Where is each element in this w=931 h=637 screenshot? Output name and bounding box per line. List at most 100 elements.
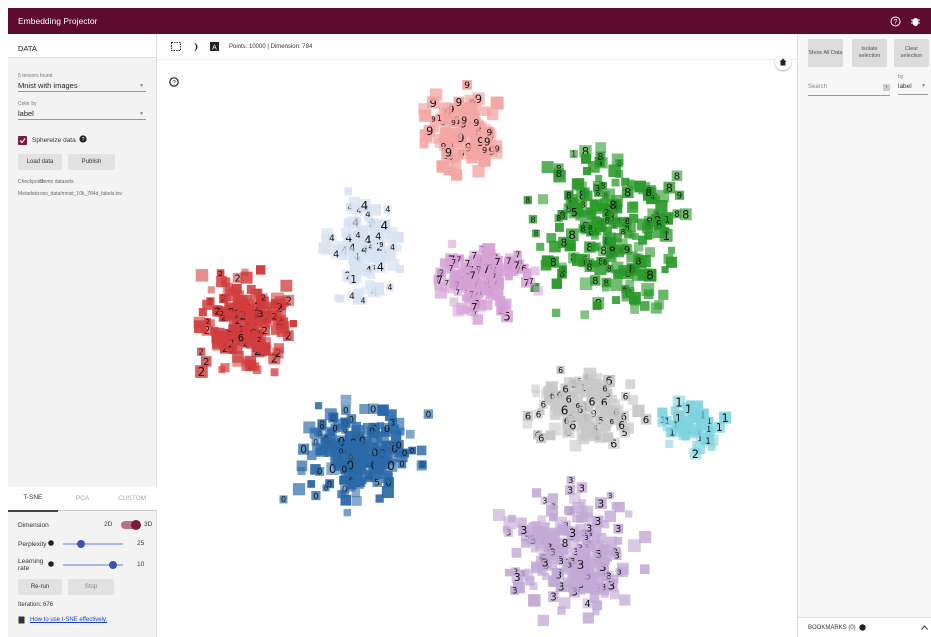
- digit-thumbnail[interactable]: [531, 488, 542, 498]
- digit-thumbnail[interactable]: 0: [368, 403, 379, 416]
- digit-thumbnail[interactable]: [529, 582, 538, 590]
- digit-thumbnail[interactable]: [552, 308, 561, 317]
- night-mode-icon[interactable]: [191, 42, 200, 52]
- digit-thumbnail[interactable]: [611, 153, 624, 166]
- digit-thumbnail[interactable]: [545, 549, 556, 561]
- digit-thumbnail[interactable]: [280, 279, 293, 292]
- digit-thumbnail[interactable]: [449, 297, 459, 307]
- digit-thumbnail[interactable]: 3: [593, 183, 602, 193]
- digit-thumbnail[interactable]: [580, 310, 589, 320]
- digit-thumbnail[interactable]: 2: [195, 365, 208, 379]
- digit-thumbnail[interactable]: [348, 257, 356, 265]
- digit-thumbnail[interactable]: 3: [576, 482, 588, 494]
- digit-thumbnail[interactable]: [438, 102, 452, 116]
- help-icon[interactable]: ?: [79, 135, 87, 145]
- digit-thumbnail[interactable]: [441, 128, 452, 139]
- digit-thumbnail[interactable]: [650, 302, 662, 314]
- learning-rate-slider[interactable]: [63, 561, 123, 569]
- digit-thumbnail[interactable]: [592, 260, 600, 268]
- digit-thumbnail[interactable]: [396, 265, 404, 274]
- digit-thumbnail[interactable]: 9: [621, 244, 633, 256]
- digit-thumbnail[interactable]: 3: [510, 585, 520, 597]
- digit-thumbnail[interactable]: 0: [279, 495, 288, 504]
- digit-thumbnail[interactable]: 8: [547, 256, 559, 269]
- publish-button[interactable]: Publish: [68, 154, 115, 170]
- digit-thumbnail[interactable]: [289, 320, 297, 328]
- digit-thumbnail[interactable]: [542, 572, 550, 581]
- digit-thumbnail[interactable]: [658, 289, 669, 300]
- digit-thumbnail[interactable]: [448, 239, 457, 248]
- digit-thumbnail[interactable]: 5: [372, 477, 382, 489]
- digit-thumbnail[interactable]: [662, 420, 674, 432]
- rerun-button[interactable]: Re-run: [18, 579, 62, 595]
- digit-thumbnail[interactable]: [612, 296, 620, 304]
- digit-thumbnail[interactable]: 4: [358, 199, 371, 213]
- tab-pca[interactable]: PCA: [58, 487, 108, 511]
- digit-thumbnail[interactable]: [502, 525, 510, 534]
- digit-thumbnail[interactable]: 0: [381, 422, 393, 435]
- digit-thumbnail[interactable]: [566, 415, 575, 424]
- digit-thumbnail[interactable]: [207, 286, 215, 294]
- isolate-selection-button[interactable]: Isolate selection: [852, 39, 887, 67]
- digit-thumbnail[interactable]: 4: [359, 297, 367, 306]
- digit-thumbnail[interactable]: [416, 460, 427, 471]
- digit-thumbnail[interactable]: [625, 379, 635, 389]
- digit-thumbnail[interactable]: [600, 544, 610, 555]
- digit-thumbnail[interactable]: 7: [446, 263, 456, 273]
- digit-thumbnail[interactable]: [359, 404, 370, 414]
- digit-thumbnail[interactable]: [628, 291, 641, 304]
- digit-thumbnail[interactable]: [571, 198, 578, 206]
- digit-thumbnail[interactable]: 0: [315, 467, 325, 478]
- digit-thumbnail[interactable]: [369, 431, 383, 444]
- digit-thumbnail[interactable]: 8: [528, 214, 538, 224]
- digit-thumbnail[interactable]: [451, 159, 462, 170]
- digit-thumbnail[interactable]: [562, 548, 572, 557]
- digit-thumbnail[interactable]: [582, 190, 593, 202]
- digit-thumbnail[interactable]: [695, 418, 708, 431]
- digit-thumbnail[interactable]: [528, 594, 541, 607]
- digit-thumbnail[interactable]: 6: [620, 391, 630, 403]
- digit-thumbnail[interactable]: [615, 218, 624, 228]
- digit-thumbnail[interactable]: [593, 301, 602, 310]
- digit-thumbnail[interactable]: [452, 305, 464, 317]
- digit-thumbnail[interactable]: [462, 282, 470, 290]
- digit-thumbnail[interactable]: [600, 404, 614, 418]
- digit-thumbnail[interactable]: [668, 246, 676, 254]
- digit-thumbnail[interactable]: [440, 284, 449, 293]
- digit-thumbnail[interactable]: 0: [400, 448, 410, 460]
- digit-thumbnail[interactable]: [271, 292, 284, 306]
- by-select[interactable]: label ▼: [898, 83, 928, 95]
- digit-thumbnail[interactable]: [567, 242, 576, 251]
- projection-canvas[interactable]: A Points: 10000 | Dimension: 784 ? 88888…: [157, 34, 797, 637]
- digit-thumbnail[interactable]: [343, 441, 352, 450]
- digit-thumbnail[interactable]: [653, 225, 667, 239]
- digit-thumbnail[interactable]: 5: [568, 207, 581, 220]
- digit-thumbnail[interactable]: 6: [235, 331, 247, 344]
- digit-thumbnail[interactable]: [537, 614, 549, 627]
- digit-thumbnail[interactable]: [554, 516, 567, 529]
- load-data-button[interactable]: Load data: [18, 154, 62, 170]
- digit-thumbnail[interactable]: 1: [662, 214, 672, 226]
- digit-thumbnail[interactable]: [341, 227, 351, 238]
- digit-thumbnail[interactable]: [351, 495, 362, 506]
- digit-thumbnail[interactable]: 7: [513, 250, 522, 260]
- digit-thumbnail[interactable]: [578, 414, 591, 427]
- digit-thumbnail[interactable]: [629, 213, 639, 223]
- digit-thumbnail[interactable]: 8: [590, 275, 601, 287]
- digit-thumbnail[interactable]: [220, 363, 230, 373]
- digit-thumbnail[interactable]: 8: [553, 168, 564, 180]
- digit-thumbnail[interactable]: [336, 241, 344, 249]
- digit-thumbnail[interactable]: 6: [600, 384, 610, 394]
- digit-thumbnail[interactable]: 8: [586, 223, 594, 232]
- digit-thumbnail[interactable]: [224, 286, 234, 296]
- digit-thumbnail[interactable]: [614, 536, 623, 545]
- digit-thumbnail[interactable]: [361, 446, 372, 457]
- digit-thumbnail[interactable]: [351, 441, 363, 452]
- digit-thumbnail[interactable]: [625, 279, 634, 289]
- digit-thumbnail[interactable]: [570, 377, 579, 387]
- digit-thumbnail[interactable]: [274, 310, 283, 319]
- digit-thumbnail[interactable]: 9: [484, 127, 495, 139]
- digit-thumbnail[interactable]: 0: [397, 459, 407, 469]
- digit-thumbnail[interactable]: [241, 268, 249, 276]
- digit-thumbnail[interactable]: 3: [615, 568, 624, 577]
